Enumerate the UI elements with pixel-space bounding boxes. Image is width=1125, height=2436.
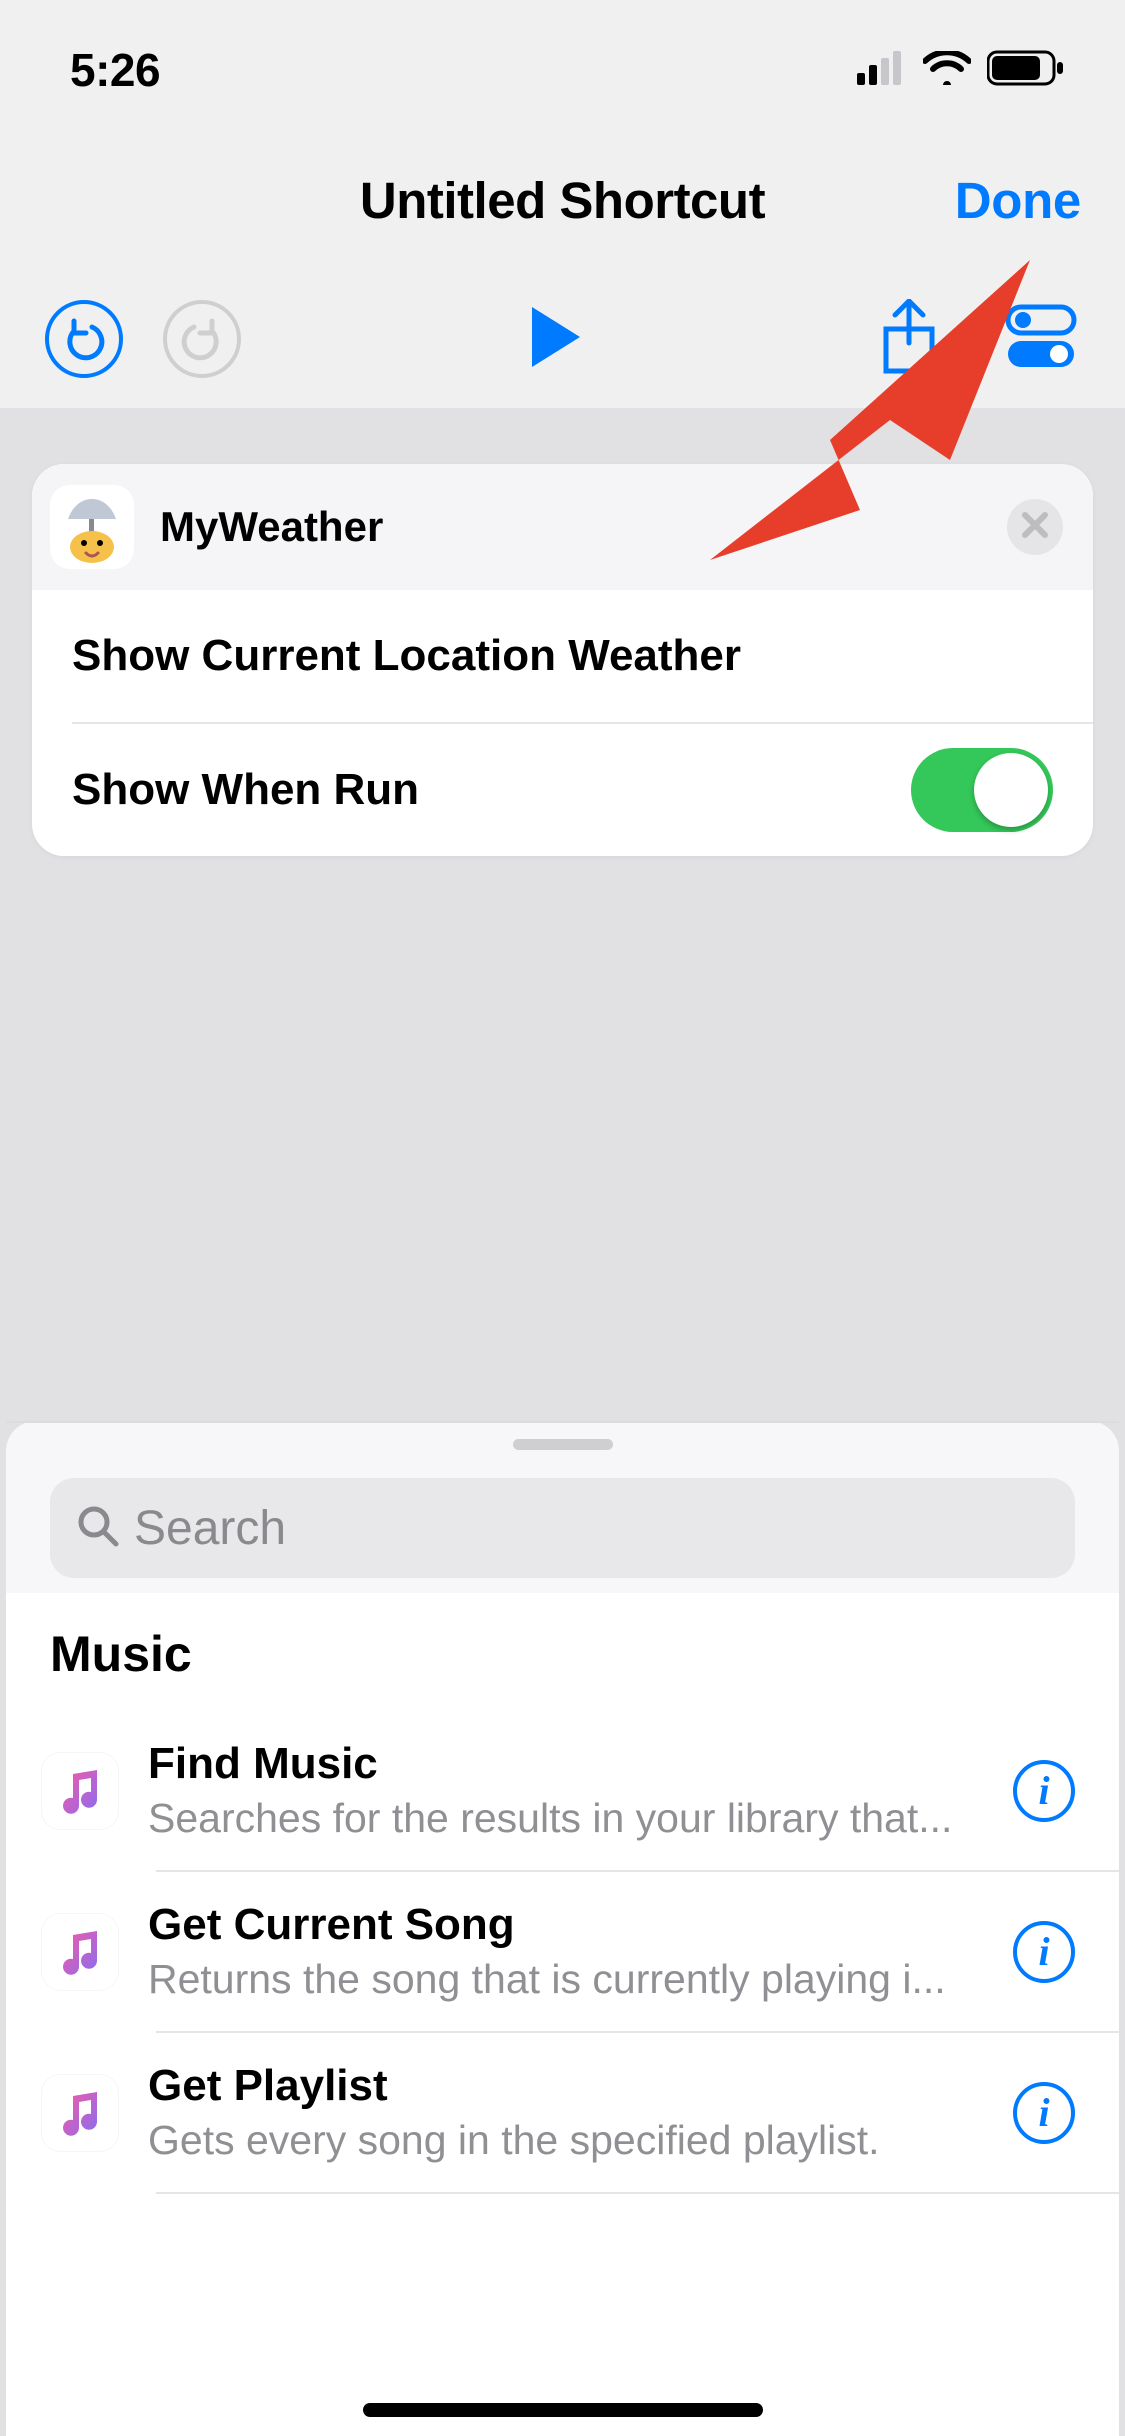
app-icon [50,485,134,569]
editor-toolbar [0,285,1125,393]
status-bar: 5:26 [0,0,1125,130]
library-item-desc: Searches for the results in your library… [148,1795,983,1842]
battery-icon [987,50,1065,91]
page-title: Untitled Shortcut [360,171,765,230]
done-button[interactable]: Done [955,171,1081,230]
show-when-run-label: Show When Run [72,765,911,815]
action-title-row[interactable]: Show Current Location Weather [32,590,1093,722]
show-when-run-toggle[interactable] [911,748,1053,832]
library-item-desc: Gets every song in the specified playlis… [148,2117,983,2164]
undo-button[interactable] [44,299,124,379]
action-card: MyWeather Show Current Location Weather … [32,464,1093,856]
library-item-title: Get Playlist [148,2061,983,2111]
info-icon: i [1038,1932,1049,1972]
library-item-title: Get Current Song [148,1900,983,1950]
redo-icon [163,300,241,378]
status-icons [857,50,1065,91]
status-time: 5:26 [70,43,160,97]
action-app-name: MyWeather [160,503,1007,551]
action-title: Show Current Location Weather [72,631,741,681]
action-library-panel[interactable]: Search Music Find Music Searches for the… [6,1421,1119,2436]
close-icon [1020,510,1050,545]
editor-canvas[interactable]: MyWeather Show Current Location Weather … [0,408,1125,2436]
cellular-signal-icon [857,51,907,90]
run-button[interactable] [516,299,596,379]
library-item-desc: Returns the song that is currently playi… [148,1956,983,2003]
library-item[interactable]: Get Playlist Gets every song in the spec… [6,2033,1119,2192]
info-icon: i [1038,2093,1049,2133]
nav-bar: Untitled Shortcut Done [0,155,1125,245]
action-card-header[interactable]: MyWeather [32,464,1093,590]
settings-toggle-button[interactable] [1001,299,1081,379]
music-app-icon [42,2075,118,2151]
wifi-icon [923,51,971,90]
info-button[interactable]: i [1013,2082,1075,2144]
share-icon [880,299,938,380]
info-button[interactable]: i [1013,1760,1075,1822]
library-item[interactable]: Get Current Song Returns the song that i… [6,1872,1119,2031]
music-app-icon [42,1753,118,1829]
share-button[interactable] [869,299,949,379]
settings-toggle-icon [1005,304,1077,375]
panel-grabber[interactable] [513,1439,613,1450]
search-placeholder: Search [134,1501,286,1556]
row-divider [156,2192,1119,2194]
show-when-run-row: Show When Run [32,724,1093,856]
library-search-field[interactable]: Search [50,1478,1075,1578]
library-item-title: Find Music [148,1739,983,1789]
remove-action-button[interactable] [1007,499,1063,555]
info-button[interactable]: i [1013,1921,1075,1983]
undo-icon [45,300,123,378]
info-icon: i [1038,1771,1049,1811]
library-section-title: Music [6,1625,1119,1711]
music-app-icon [42,1914,118,1990]
search-icon [76,1504,120,1553]
library-body: Music Find Music Searches for the result… [6,1593,1119,2436]
toggle-knob [974,753,1048,827]
home-indicator[interactable] [363,2403,763,2417]
play-icon [528,305,584,374]
library-item[interactable]: Find Music Searches for the results in y… [6,1711,1119,1870]
redo-button[interactable] [162,299,242,379]
